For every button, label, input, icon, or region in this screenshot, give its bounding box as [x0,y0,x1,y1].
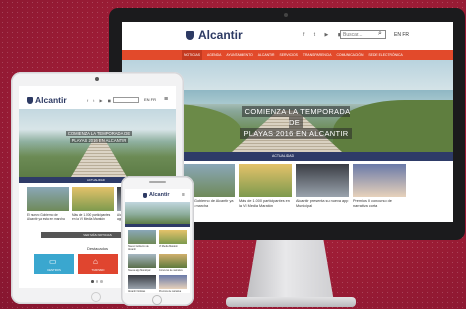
phone-hero [125,202,190,224]
tablet-logo[interactable]: Alcantir [35,95,67,105]
phone-screen: Alcantir ≡ Nuevo Gobierno de Alcantir VI … [125,189,190,293]
news-item[interactable]: Alcantir Noticias [128,275,156,293]
carousel-dot[interactable] [100,280,103,283]
nav-item[interactable]: TRANSPARENCIA [303,50,332,60]
news-card-title[interactable]: Alcantir presenta su nueva app Municipal [296,199,349,209]
news-item[interactable]: Nuevo Gobierno de Alcantir [128,230,156,251]
news-card[interactable]: Más de 1.000 participantes en la VI Medi… [239,164,292,209]
phone-news-grid: Nuevo Gobierno de Alcantir VI Media Marat… [128,230,187,293]
nav-item[interactable]: AYUNTAMIENTO [226,50,252,60]
nav-item[interactable]: ALCANTIR [258,50,275,60]
language-switch[interactable]: EN FR [394,32,409,38]
tablet-hero: COMIENZA LA TEMPORADA DE PLAYAS 2016 EN … [19,109,176,177]
hamburger-menu-icon[interactable]: ≡ [164,96,168,103]
news-card-title[interactable]: Más de 1.000 participantes en la VI Medi… [239,199,292,209]
social-icons[interactable]: f t ▶ ◼ [87,98,113,103]
news-item-image[interactable] [159,230,187,244]
nav-item[interactable]: COMUNICACIÓN [336,50,363,60]
featured-box-label: CENTROS [47,268,61,272]
carousel-dot[interactable] [95,280,98,283]
hero-title-line1: COMIENZA LA TEMPORADA DE [241,106,351,128]
phone-section-bar [125,224,190,227]
news-item-title[interactable]: Nuevo Gobierno de Alcantir [128,245,156,251]
monitor-stand-base [226,297,356,307]
news-item[interactable]: Premios de narrativa [159,275,187,293]
nav-item[interactable]: SERVICIOS [280,50,298,60]
news-item[interactable]: Concurso de narrativa [159,254,187,272]
news-item-title[interactable]: Nueva app Municipal [128,269,156,272]
section-bar-label: ACTUALIDAD [87,178,105,182]
news-card-image[interactable] [27,187,69,211]
featured-box-label: TURISMO [91,268,105,272]
nav-item[interactable]: SEDE ELECTRÓNICA [368,50,402,60]
desktop-news-cards: Nuevo Gobierno de Alcantir ya esta en ma… [182,164,406,209]
news-item-title[interactable]: VI Media Maratón [159,245,187,248]
shield-logo-icon [27,97,33,104]
monitor-camera [284,13,288,17]
tablet-home-button[interactable] [91,292,101,302]
desktop-hero-title[interactable]: COMIENZA LA TEMPORADA DE PLAYAS 2016 EN … [240,106,352,139]
news-card-title[interactable]: Premios II concurso de narrativa corta [353,199,406,209]
news-card-title[interactable]: El nuevo Gobierno de Alcantir ya esta en… [27,213,69,221]
desktop-header: Alcantir f t ▶ ◼ ✉ Buscar... ⌕ EN FR [122,22,453,49]
tablet-camera [95,77,99,81]
phone-home-button[interactable] [152,295,162,305]
featured-box-turismo[interactable]: ⌂ TURISMO [78,254,118,274]
phone-device: Alcantir ≡ Nuevo Gobierno de Alcantir VI … [121,176,194,306]
news-card-image[interactable] [353,164,406,197]
hamburger-menu-icon[interactable]: ≡ [182,192,185,198]
phone-speaker [149,181,166,183]
news-item[interactable]: VI Media Maratón [159,230,187,251]
tablet-hero-title[interactable]: COMIENZA LA TEMPORADA DE PLAYAS 2016 EN … [63,130,135,144]
news-card-image[interactable] [72,187,114,211]
shield-logo-icon [186,31,194,40]
nav-item[interactable]: NOTICIAS [182,50,203,60]
news-card-image[interactable] [239,164,292,197]
carousel-dots[interactable] [91,280,103,283]
monitor-icon: ▭ [49,257,57,266]
news-item-image[interactable] [159,254,187,268]
hero-title-line2: PLAYAS 2016 EN ALCANTIR [240,128,352,139]
monitor-stand [246,240,334,302]
language-switch[interactable]: EN FR [144,97,156,102]
news-card-image[interactable] [296,164,349,197]
news-card[interactable]: Alcantir presenta su nueva app Municipal [296,164,349,209]
nav-item[interactable]: AGENDA [207,50,221,60]
news-item-image[interactable] [159,275,187,289]
hero-title-line1: COMIENZA LA TEMPORADA DE [65,131,133,136]
hero-title-line2: PLAYAS 2016 EN ALCANTIR [69,138,129,143]
shield-logo-icon [143,193,147,198]
tablet-search-input[interactable] [113,97,139,103]
desktop-logo[interactable]: Alcantir [198,28,243,42]
news-card[interactable]: Premios II concurso de narrativa corta [353,164,406,209]
news-card[interactable]: Más de 1.000 participantes en la VI Medi… [72,187,114,221]
news-item-title[interactable]: Alcantir Noticias [128,290,156,293]
carousel-dot[interactable] [91,280,94,283]
pin-icon: ⌂ [93,257,98,266]
news-item[interactable]: Nueva app Municipal [128,254,156,272]
phone-logo[interactable]: Alcantir [149,192,169,198]
search-icon[interactable]: ⌕ [378,30,382,38]
news-item-title[interactable]: Premios de narrativa [159,290,187,293]
news-item-image[interactable] [128,230,156,244]
news-card-title[interactable]: Más de 1.000 participantes en la VI Medi… [72,213,114,221]
section-bar-label: ACTUALIDAD [272,154,295,158]
featured-box-centros[interactable]: ▭ CENTROS [34,254,74,274]
desktop-nav: NOTICIAS AGENDA AYUNTAMIENTO ALCANTIR SERVIC… [122,50,453,60]
news-item-image[interactable] [128,254,156,268]
news-item-title[interactable]: Concurso de narrativa [159,269,187,272]
news-card[interactable]: El nuevo Gobierno de Alcantir ya esta en… [27,187,69,221]
hero-boardwalk [71,139,127,177]
news-item-image[interactable] [128,275,156,289]
